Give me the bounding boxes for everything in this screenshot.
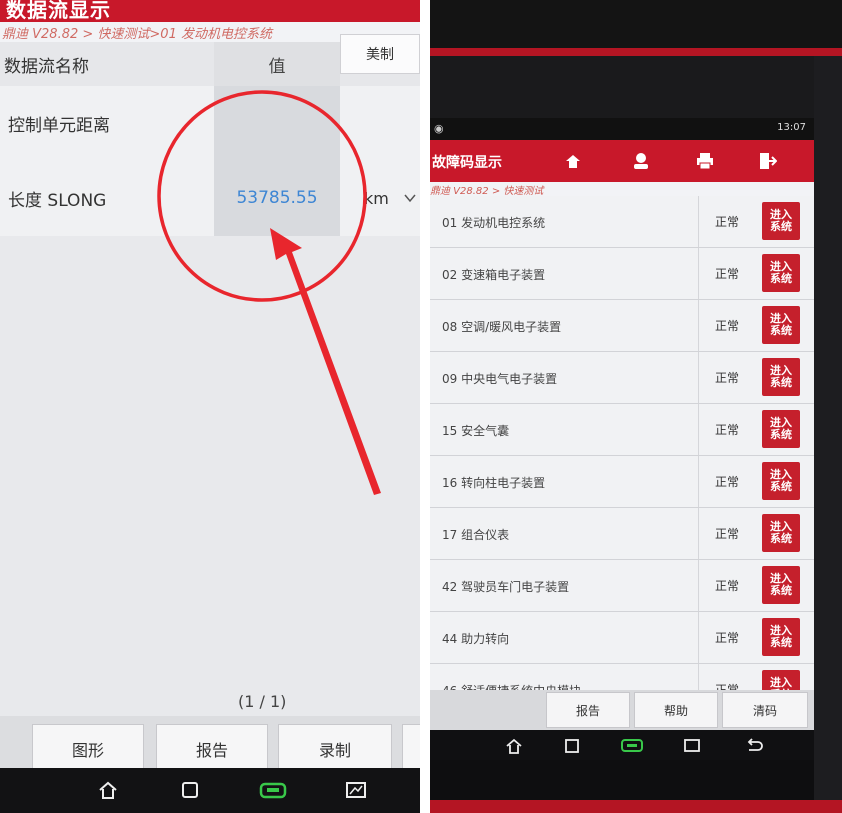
annotation-overlay	[157, 90, 381, 495]
system-status: 正常	[698, 300, 755, 351]
list-item[interactable]: 01 发动机电控系统 正常 进入 系统	[430, 196, 814, 248]
system-name: 02 变速箱电子装置	[442, 268, 546, 282]
device-frame-side	[814, 56, 842, 800]
right-breadcrumb-text: 鼎迪 V28.82 > 快速测试	[430, 186, 544, 197]
status-app-icon: ◉	[434, 122, 444, 135]
list-item[interactable]: 15 安全气囊 正常 进入 系统	[430, 404, 814, 456]
system-status: 正常	[698, 560, 755, 611]
recent-apps-icon[interactable]	[558, 732, 586, 760]
list-item[interactable]: 42 驾驶员车门电子装置 正常 进入 系统	[430, 560, 814, 612]
user-icon[interactable]	[626, 148, 656, 174]
system-status: 正常	[698, 612, 755, 663]
vci-icon[interactable]	[618, 732, 646, 760]
help-button[interactable]: 帮助	[634, 692, 718, 728]
system-name: 09 中央电气电子装置	[442, 372, 558, 386]
highlight-circle	[157, 90, 367, 302]
back-icon[interactable]	[740, 732, 768, 760]
list-item[interactable]: 17 组合仪表 正常 进入 系统	[430, 508, 814, 560]
system-name: 08 空调/暖风电子装置	[442, 320, 562, 334]
list-item[interactable]: 02 变速箱电子装置 正常 进入 系统	[430, 248, 814, 300]
enter-system-button[interactable]: 进入系统	[762, 618, 800, 656]
device-red-trim	[430, 48, 842, 56]
android-status-bar: ◉ 13:07	[430, 118, 814, 140]
list-item[interactable]: 08 空调/暖风电子装置 正常 进入 系统	[430, 300, 814, 352]
system-name: 17 组合仪表	[442, 528, 510, 542]
right-breadcrumb: 鼎迪 V28.82 > 快速测试	[430, 182, 814, 197]
system-status: 正常	[698, 248, 755, 299]
enter-system-button[interactable]: 进入系统	[762, 306, 800, 344]
home-icon[interactable]	[558, 148, 588, 174]
system-name: 01 发动机电控系统	[442, 216, 546, 230]
device-red-trim-bottom	[430, 800, 842, 813]
right-title-bar: 故障码显示	[430, 140, 814, 182]
home-icon[interactable]	[500, 732, 528, 760]
right-photo-panel: ◉ 13:07 故障码显示 鼎迪 V28.82 > 快速测试 01 发动机电控系…	[430, 0, 842, 813]
system-status: 正常	[698, 352, 755, 403]
status-time: 13:07	[777, 122, 806, 133]
enter-system-button[interactable]: 进入系统	[762, 358, 800, 396]
enter-system-button[interactable]: 进入系统	[762, 566, 800, 604]
report-button[interactable]: 报告	[546, 692, 630, 728]
exit-icon[interactable]	[752, 148, 782, 174]
print-icon[interactable]	[690, 148, 720, 174]
system-name: 15 安全气囊	[442, 424, 510, 438]
enter-system-button[interactable]: 进入系统	[762, 462, 800, 500]
system-name: 16 转向柱电子装置	[442, 476, 546, 490]
enter-system-button[interactable]: 进入系统	[762, 410, 800, 448]
enter-system-button[interactable]: 进入系统	[762, 514, 800, 552]
clear-codes-button[interactable]: 清码	[722, 692, 808, 728]
system-name: 42 驾驶员车门电子装置	[442, 580, 570, 594]
right-page-title: 故障码显示	[432, 155, 502, 171]
list-item[interactable]: 09 中央电气电子装置 正常 进入 系统	[430, 352, 814, 404]
list-item[interactable]: 44 助力转向 正常 进入 系统	[430, 612, 814, 664]
system-name: 44 助力转向	[442, 632, 510, 646]
enter-system-button[interactable]: 进入系统	[762, 254, 800, 292]
screenshot-icon[interactable]	[678, 732, 706, 760]
pointer-arrow	[270, 228, 381, 495]
system-status: 正常	[698, 508, 755, 559]
right-android-nav-bar	[430, 730, 814, 760]
device-frame-top	[430, 0, 842, 48]
right-bottom-toolbar: 报告 帮助 清码	[430, 690, 814, 730]
list-item[interactable]: 16 转向柱电子装置 正常 进入 系统	[430, 456, 814, 508]
left-photo-panel: 数据流显示 鼎迪 V28.82 > 快速测试>01 发动机电控系统 数据流名称 …	[0, 0, 420, 813]
system-status: 正常	[698, 404, 755, 455]
system-status: 正常	[698, 196, 755, 247]
enter-system-button[interactable]: 进入系统	[762, 202, 800, 240]
system-status: 正常	[698, 456, 755, 507]
